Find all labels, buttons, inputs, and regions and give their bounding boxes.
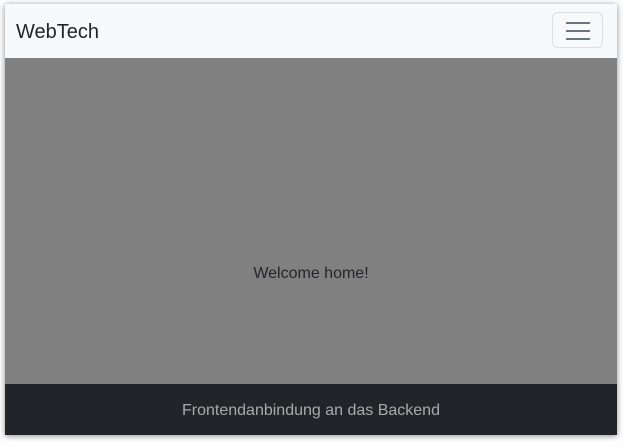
hamburger-menu-icon bbox=[566, 22, 590, 40]
navbar: WebTech bbox=[5, 4, 617, 58]
main-content: Welcome home! bbox=[5, 58, 617, 384]
navbar-brand[interactable]: WebTech bbox=[16, 20, 99, 44]
welcome-message: Welcome home! bbox=[253, 265, 369, 282]
navbar-toggler-button[interactable] bbox=[552, 12, 603, 48]
app-window: WebTech Welcome home! Frontendanbindung … bbox=[5, 4, 617, 435]
footer: Frontendanbindung an das Backend bbox=[5, 384, 617, 435]
footer-text: Frontendanbindung an das Backend bbox=[182, 402, 440, 419]
